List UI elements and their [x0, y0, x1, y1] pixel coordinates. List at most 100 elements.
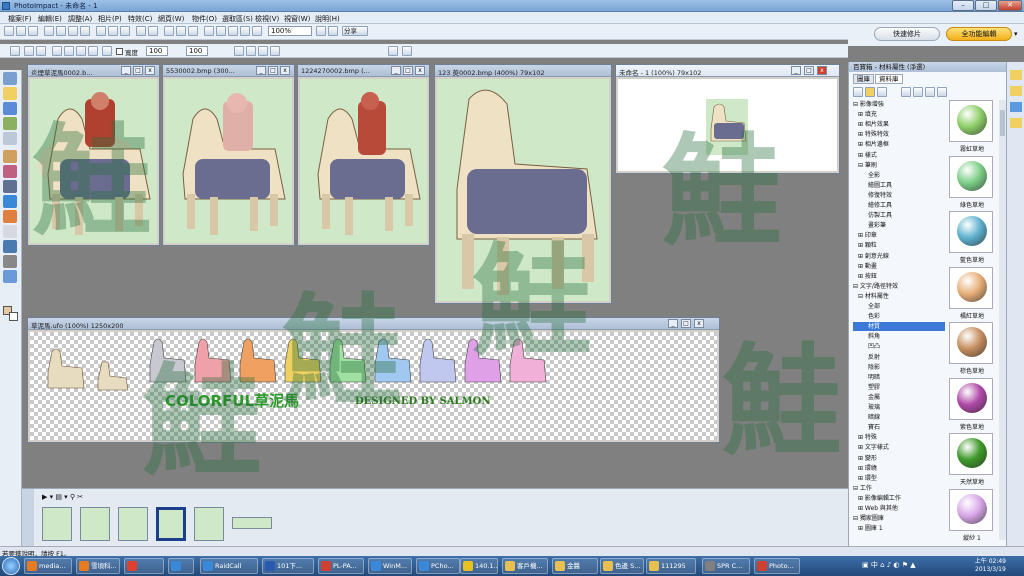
tree-item[interactable]: 金屬: [853, 393, 945, 402]
panel-tool-icon[interactable]: [901, 87, 911, 97]
close-icon[interactable]: x: [415, 66, 425, 75]
tree-item[interactable]: 繪圖工具: [853, 181, 945, 190]
thumbnail-banner[interactable]: [232, 517, 272, 529]
tree-item[interactable]: 寶石: [853, 423, 945, 432]
panel-tool-icon[interactable]: [937, 87, 947, 97]
tree-item[interactable]: ⊞ 文字樣式: [853, 443, 945, 452]
max-icon[interactable]: □: [133, 66, 143, 75]
zoom-out-icon[interactable]: [328, 26, 338, 36]
magic-icon[interactable]: [252, 26, 262, 36]
tree-item[interactable]: 修復特效: [853, 191, 945, 200]
tab-gallery[interactable]: 圖庫: [853, 74, 874, 84]
tree-item[interactable]: ⊞ 印章: [853, 231, 945, 240]
max-icon[interactable]: □: [804, 66, 814, 75]
tree-item[interactable]: ⊞ 創意光線: [853, 252, 945, 261]
min-icon[interactable]: _: [791, 66, 801, 75]
cut-icon[interactable]: [96, 26, 106, 36]
tree-item[interactable]: ⊞ 特殊特效: [853, 130, 945, 139]
paste-icon[interactable]: [120, 26, 130, 36]
material-swatch[interactable]: [949, 211, 993, 253]
tree-item[interactable]: ⊟ 筆刷: [853, 161, 945, 170]
swatch-scrollbar[interactable]: [999, 100, 1006, 540]
tree-item[interactable]: ⊞ 環型: [853, 474, 945, 483]
tree-item[interactable]: ⊞ 影像編輯工作: [853, 494, 945, 503]
material-swatch[interactable]: [949, 433, 993, 475]
tree-item[interactable]: ⊞ 樣式: [853, 151, 945, 160]
scrollbar-thumb[interactable]: [1000, 110, 1005, 136]
dropper-tool-icon[interactable]: [3, 270, 17, 283]
close-icon[interactable]: x: [145, 66, 155, 75]
menu-photo[interactable]: 相片(P): [98, 14, 122, 24]
panel-tool-icon[interactable]: [853, 87, 863, 97]
thumbnail[interactable]: [80, 507, 110, 541]
menu-edit[interactable]: 編輯(E): [38, 14, 62, 24]
close-icon[interactable]: x: [817, 66, 827, 75]
save-icon[interactable]: [28, 26, 38, 36]
side-tab-icon[interactable]: [1010, 102, 1022, 112]
text-icon[interactable]: [204, 26, 214, 36]
open-icon[interactable]: [16, 26, 26, 36]
selection-tool-icon[interactable]: [3, 87, 17, 100]
taskbar-button[interactable]: 金醬: [552, 558, 598, 574]
grid-icon[interactable]: [216, 26, 226, 36]
tree-item[interactable]: 反射: [853, 353, 945, 362]
menu-object[interactable]: 物件(O): [192, 14, 217, 24]
clock[interactable]: 上午 02:49 2013/3/19: [975, 558, 1006, 574]
cancel-x-icon[interactable]: [388, 46, 398, 56]
image-window-3[interactable]: 1224270002.bmp (... _ □ x: [297, 64, 430, 246]
maximize-button[interactable]: □: [975, 0, 997, 11]
share-button[interactable]: 分享: [342, 26, 368, 36]
thumbnail[interactable]: [42, 507, 72, 541]
tree-item[interactable]: ⊟ 材料屬性: [853, 292, 945, 301]
thumbnail-selected[interactable]: [156, 507, 186, 541]
crop-icon[interactable]: [164, 26, 174, 36]
merge-icon[interactable]: [52, 46, 62, 56]
add-icon[interactable]: [24, 46, 34, 56]
side-tab-icon[interactable]: [1010, 118, 1022, 128]
copy-icon[interactable]: [108, 26, 118, 36]
material-swatch[interactable]: [949, 322, 993, 364]
tree-item[interactable]: ⊟ 影像增強: [853, 100, 945, 109]
material-swatch[interactable]: [949, 100, 993, 142]
taskbar-button[interactable]: WinM...: [368, 558, 412, 574]
feather-icon[interactable]: [88, 46, 98, 56]
tree-item[interactable]: 凹凸: [853, 342, 945, 351]
image-canvas[interactable]: [165, 79, 292, 243]
max-icon[interactable]: □: [268, 66, 278, 75]
min-icon[interactable]: _: [668, 319, 678, 328]
close-icon[interactable]: x: [694, 319, 704, 328]
material-swatch[interactable]: [949, 266, 993, 309]
link-icon[interactable]: [258, 46, 268, 56]
taskbar-button[interactable]: Photo...: [754, 558, 800, 574]
background-color-swatch[interactable]: [9, 312, 18, 321]
menu-adjust[interactable]: 調整(A): [68, 14, 92, 24]
quick-fix-button[interactable]: 快速修片: [874, 27, 940, 41]
tree-item[interactable]: ⊞ 相片邊框: [853, 140, 945, 149]
new-icon[interactable]: [4, 26, 14, 36]
taskbar-button[interactable]: 色邊 S...: [600, 558, 644, 574]
minimize-button[interactable]: –: [952, 0, 974, 11]
taskbar-button[interactable]: 雪頃科...: [76, 558, 120, 574]
wand-tool-icon[interactable]: [3, 117, 17, 130]
tree-item[interactable]: 仿製工具: [853, 211, 945, 220]
tree-item[interactable]: 暗線: [853, 413, 945, 422]
subtract-icon[interactable]: [36, 46, 46, 56]
width-input[interactable]: 100: [146, 46, 168, 56]
tree-item[interactable]: ⊞ 特殊: [853, 433, 945, 442]
panel-tool-icon[interactable]: [913, 87, 923, 97]
tree-item[interactable]: ⊞ Web 與其他: [853, 504, 945, 513]
zoom-select[interactable]: 100%: [268, 26, 312, 36]
image-window-2[interactable]: 5530002.bmp (300... _ □ x: [162, 64, 295, 246]
tree-item[interactable]: 斜角: [853, 332, 945, 341]
tab-library[interactable]: 資料庫: [875, 74, 903, 84]
camera-icon[interactable]: [68, 26, 78, 36]
tree-item[interactable]: ⊞ 按鈕: [853, 272, 945, 281]
color-icon[interactable]: [228, 26, 238, 36]
eye-tool-icon[interactable]: [3, 165, 17, 178]
text-tool-icon[interactable]: [3, 180, 17, 193]
lasso-tool-icon[interactable]: [3, 102, 17, 115]
tree-item[interactable]: ⊟ 文字/路徑特效: [853, 282, 945, 291]
max-icon[interactable]: □: [403, 66, 413, 75]
options-icon[interactable]: [270, 46, 280, 56]
tree-item[interactable]: 玻璃: [853, 403, 945, 412]
